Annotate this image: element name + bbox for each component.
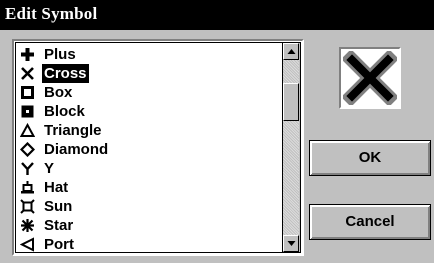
hat-icon — [21, 181, 34, 194]
list-item-label: Box — [44, 84, 73, 101]
diamond-icon — [20, 142, 35, 157]
list-item[interactable]: Diamond — [16, 140, 284, 159]
list-item-label: Star — [44, 217, 74, 234]
list-item-label: Triangle — [44, 122, 102, 139]
scrollbar-thumb[interactable] — [283, 83, 299, 121]
list-item[interactable]: Star — [16, 216, 284, 235]
dialog-title: Edit Symbol — [5, 4, 98, 23]
list-item[interactable]: Y — [16, 159, 284, 178]
list-item[interactable]: Cross — [16, 64, 284, 83]
symbol-list-inner: Plus Cross Box Block Triangle Diamond Y … — [15, 42, 301, 253]
arrow-down-icon — [287, 241, 296, 246]
list-item-label: Y — [44, 160, 55, 177]
scroll-down-button[interactable] — [283, 235, 299, 252]
block-icon — [21, 105, 34, 118]
list-item[interactable]: Triangle — [16, 121, 284, 140]
ok-button[interactable]: OK — [309, 140, 431, 176]
list-item[interactable]: Plus — [16, 45, 284, 64]
list-item[interactable]: Hat — [16, 178, 284, 197]
list-item[interactable]: Box — [16, 83, 284, 102]
y-icon — [21, 162, 34, 175]
scroll-up-button[interactable] — [283, 43, 299, 60]
symbol-items: Plus Cross Box Block Triangle Diamond Y … — [16, 45, 284, 253]
symbol-preview — [339, 47, 401, 109]
title-bar[interactable]: Edit Symbol — [0, 0, 434, 30]
list-item-label: Port — [44, 236, 74, 253]
plus-icon — [21, 48, 34, 61]
sun-icon — [20, 199, 35, 214]
list-item-label: Hat — [44, 179, 69, 196]
symbol-list[interactable]: Plus Cross Box Block Triangle Diamond Y … — [12, 39, 304, 256]
arrow-up-icon — [287, 49, 296, 54]
list-item-label: Block — [44, 103, 85, 120]
triangle-icon — [20, 123, 35, 137]
list-item-label: Cross — [42, 64, 89, 83]
list-scrollbar[interactable] — [282, 43, 300, 252]
list-item[interactable]: Sun — [16, 197, 284, 216]
port-icon — [20, 237, 34, 252]
cross-icon — [21, 67, 34, 80]
edit-symbol-dialog: Edit Symbol Plus Cross Box Block Triangl… — [0, 0, 434, 263]
list-item-label: Plus — [44, 46, 76, 63]
cross-icon — [343, 51, 397, 105]
box-icon — [21, 86, 34, 99]
star-icon — [21, 219, 34, 232]
cancel-button[interactable]: Cancel — [309, 204, 431, 240]
list-item[interactable]: Block — [16, 102, 284, 121]
list-item[interactable]: Port — [16, 235, 284, 253]
list-item-label: Sun — [44, 198, 73, 215]
list-item-label: Diamond — [44, 141, 109, 158]
